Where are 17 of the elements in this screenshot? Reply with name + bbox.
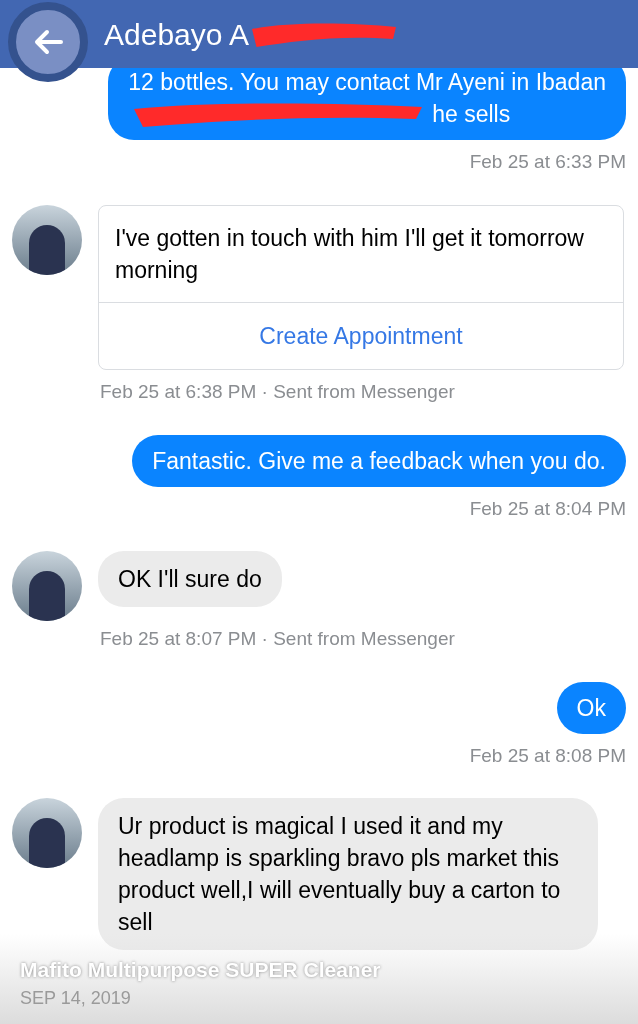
timestamp: Feb 25 at 8:07 PM · Sent from Messenger (100, 627, 456, 651)
timestamp: Feb 25 at 6:38 PM · Sent from Messenger (100, 380, 456, 404)
message-text: OK I'll sure do (118, 565, 262, 594)
message-text: Fantastic. Give me a feedback when you do. (152, 446, 606, 476)
timestamp: Feb 25 at 8:04 PM (469, 496, 626, 521)
message-text: Ur product is magical I used it and my headlamp is sparkling bravo pls market this product well,I will eventually buy a carton to sell (118, 812, 562, 937)
caption-text: Mafito Multipurpose SUPER Cleaner (20, 956, 382, 984)
create-appointment-button[interactable]: Create Appointment (259, 318, 463, 353)
timestamp: Feb 25 at 8:08 PM (469, 743, 626, 768)
date-text: SEP 14, 2019 (20, 987, 132, 1010)
timestamp: Feb 25 at 6:33 PM (469, 150, 626, 174)
back-arrow-icon (33, 29, 63, 55)
message-text: I've gotten in touch with him I'll get it tomorrow morning (114, 223, 585, 285)
contact-name: Adebayo A (104, 16, 250, 53)
message-text: Ok (576, 693, 606, 723)
message-text: 12 bottles. You may contact Mr Ayeni in Ibadan (128, 68, 606, 97)
message-text: he sells (432, 100, 511, 129)
